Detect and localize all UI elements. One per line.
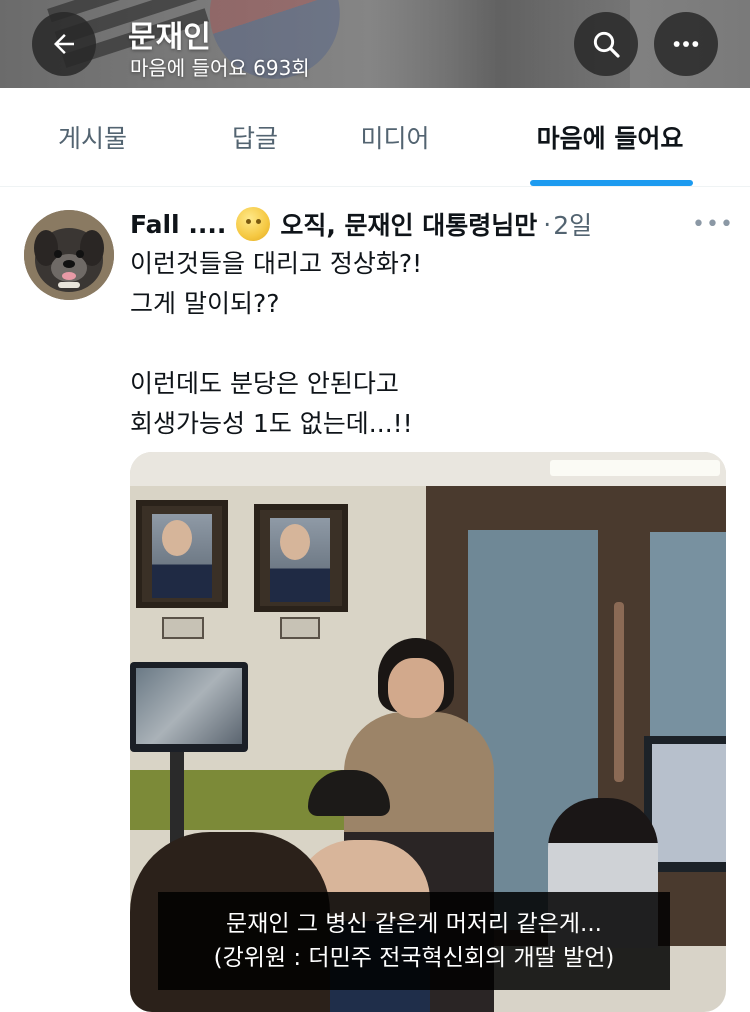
profile-title: 문재인 xyxy=(128,20,211,55)
tweet-text: 이런것들을 대리고 정상화?! 그게 말이되?? 이런데도 분당은 안된다고 회… xyxy=(130,249,423,438)
tab-likes[interactable]: 마음에 들어요 xyxy=(510,88,710,186)
media-caption-line2: (강위원 : 더민주 전국혁신회의 개딸 발언) xyxy=(213,945,615,971)
more-options-button[interactable] xyxy=(654,12,718,76)
photo-door-handle xyxy=(614,602,624,782)
photo-phone-on-tripod xyxy=(130,662,248,752)
tweet-media-image[interactable]: 문재인 그 병신 같은게 머저리 같은게... (강위원 : 더민주 전국혁신회… xyxy=(130,452,726,1012)
photo-ceiling-light xyxy=(550,460,720,476)
active-tab-indicator xyxy=(530,180,693,186)
tab-replies[interactable]: 답글 xyxy=(190,88,320,186)
tweet-more-icon[interactable]: ••• xyxy=(692,212,734,237)
back-arrow-icon xyxy=(54,34,74,54)
back-button[interactable] xyxy=(32,12,96,76)
tab-media[interactable]: 미디어 xyxy=(330,88,460,186)
tweet-timestamp[interactable]: 2일 xyxy=(553,206,592,242)
photo-portrait-frame-right xyxy=(254,504,348,612)
photo-monitor-screen xyxy=(652,744,726,862)
more-horizontal-icon xyxy=(673,41,699,47)
media-caption-box: 문재인 그 병신 같은게 머저리 같은게... (강위원 : 더민주 전국혁신회… xyxy=(158,892,670,990)
moon-face-emoji-icon xyxy=(236,207,271,241)
tweet-author-line[interactable]: Fall .... 오직, 문재인 대통령님만 · 2일 xyxy=(130,206,592,242)
profile-tabs: 게시물 답글 미디어 마음에 들어요 xyxy=(0,88,750,187)
avatar[interactable] xyxy=(24,210,114,300)
search-icon xyxy=(593,31,620,58)
separator-dot: · xyxy=(543,209,552,239)
tab-posts[interactable]: 게시물 xyxy=(20,88,165,186)
photo-portrait-frame-left xyxy=(136,500,228,608)
author-name-suffix[interactable]: 오직, 문재인 대통령님만 xyxy=(280,206,537,242)
author-name[interactable]: Fall .... xyxy=(130,210,226,239)
search-button[interactable] xyxy=(574,12,638,76)
photo-nameplate-left xyxy=(162,617,204,639)
profile-header: 문재인 마음에 들어요 693회 xyxy=(0,0,750,88)
media-caption-line1: 문재인 그 병신 같은게 머저리 같은게... xyxy=(226,911,602,937)
likes-count: 마음에 들어요 693회 xyxy=(130,56,310,80)
dog-avatar-image xyxy=(24,210,114,300)
photo-nameplate-right xyxy=(280,617,320,639)
photo-woman-face xyxy=(388,658,444,718)
